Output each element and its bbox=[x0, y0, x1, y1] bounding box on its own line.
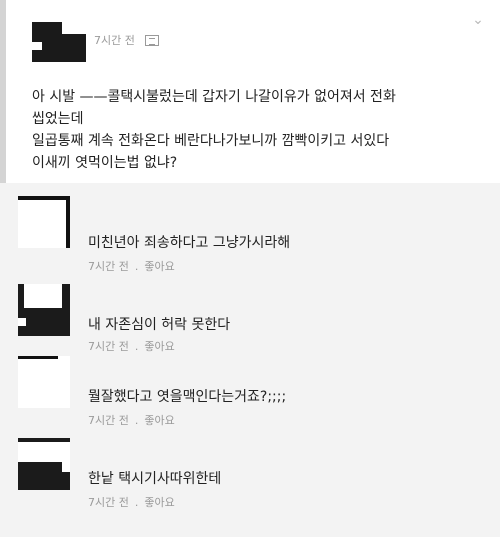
avatar[interactable] bbox=[18, 196, 70, 248]
comment-meta: 7시간 전. 좋아요 bbox=[88, 496, 175, 509]
post-card: 7시간 전 ⌄ 아 시발 ——콜택시불렀는데 갑자기 나갈이유가 없어져서 전화… bbox=[0, 0, 500, 183]
comment-timestamp[interactable]: 7시간 전 bbox=[88, 340, 129, 353]
comment-meta: 7시간 전. 좋아요 bbox=[88, 340, 175, 353]
comment-meta: 7시간 전. 좋아요 bbox=[88, 414, 175, 427]
comment-timestamp[interactable]: 7시간 전 bbox=[88, 414, 129, 427]
post-text-line: 이새끼 엿먹이는법 없냐? bbox=[32, 155, 178, 171]
avatar[interactable] bbox=[18, 438, 70, 490]
friends-icon[interactable] bbox=[144, 34, 159, 46]
like-button[interactable]: 좋아요 bbox=[144, 414, 174, 427]
comment-text: 내 자존심이 허락 못한다 bbox=[88, 317, 231, 333]
comment-timestamp[interactable]: 7시간 전 bbox=[88, 260, 129, 273]
comment-timestamp[interactable]: 7시간 전 bbox=[88, 496, 129, 509]
comment-text: 뭘잘했다고 엿을맥인다는거죠?;;;; bbox=[88, 389, 287, 405]
comment-item: 내 자존심이 허락 못한다 7시간 전. 좋아요 bbox=[0, 284, 500, 364]
comment-text: 미친년아 죄송하다고 그냥가시라해 bbox=[88, 235, 291, 251]
post-text-line: 아 시발 ——콜택시불렀는데 갑자기 나갈이유가 없어져서 전화 bbox=[32, 89, 396, 105]
avatar[interactable] bbox=[18, 284, 70, 336]
avatar[interactable] bbox=[32, 12, 86, 62]
like-button[interactable]: 좋아요 bbox=[144, 496, 174, 509]
comment-meta: 7시간 전. 좋아요 bbox=[88, 260, 175, 273]
avatar[interactable] bbox=[18, 356, 70, 408]
post-text: 아 시발 ——콜택시불렀는데 갑자기 나갈이유가 없어져서 전화 씹었는데 일곱… bbox=[32, 86, 492, 174]
post-text-line: 씹었는데 bbox=[32, 111, 84, 127]
post-text-line: 일곱통째 계속 전화온다 베란다나가보니까 깜빡이키고 서있다 bbox=[32, 133, 390, 149]
chevron-down-icon[interactable]: ⌄ bbox=[470, 12, 486, 28]
comment-item: 미친년아 죄송하다고 그냥가시라해 7시간 전. 좋아요 bbox=[0, 196, 500, 276]
comment-item: 한낱 택시기사따위한테 7시간 전. 좋아요 bbox=[0, 438, 500, 518]
post-meta: 7시간 전 bbox=[94, 32, 159, 48]
post-timestamp[interactable]: 7시간 전 bbox=[94, 32, 135, 48]
comment-item: 뭘잘했다고 엿을맥인다는거죠?;;;; 7시간 전. 좋아요 bbox=[0, 356, 500, 436]
comment-text: 한낱 택시기사따위한테 bbox=[88, 471, 222, 487]
like-button[interactable]: 좋아요 bbox=[144, 260, 174, 273]
like-button[interactable]: 좋아요 bbox=[144, 340, 174, 353]
